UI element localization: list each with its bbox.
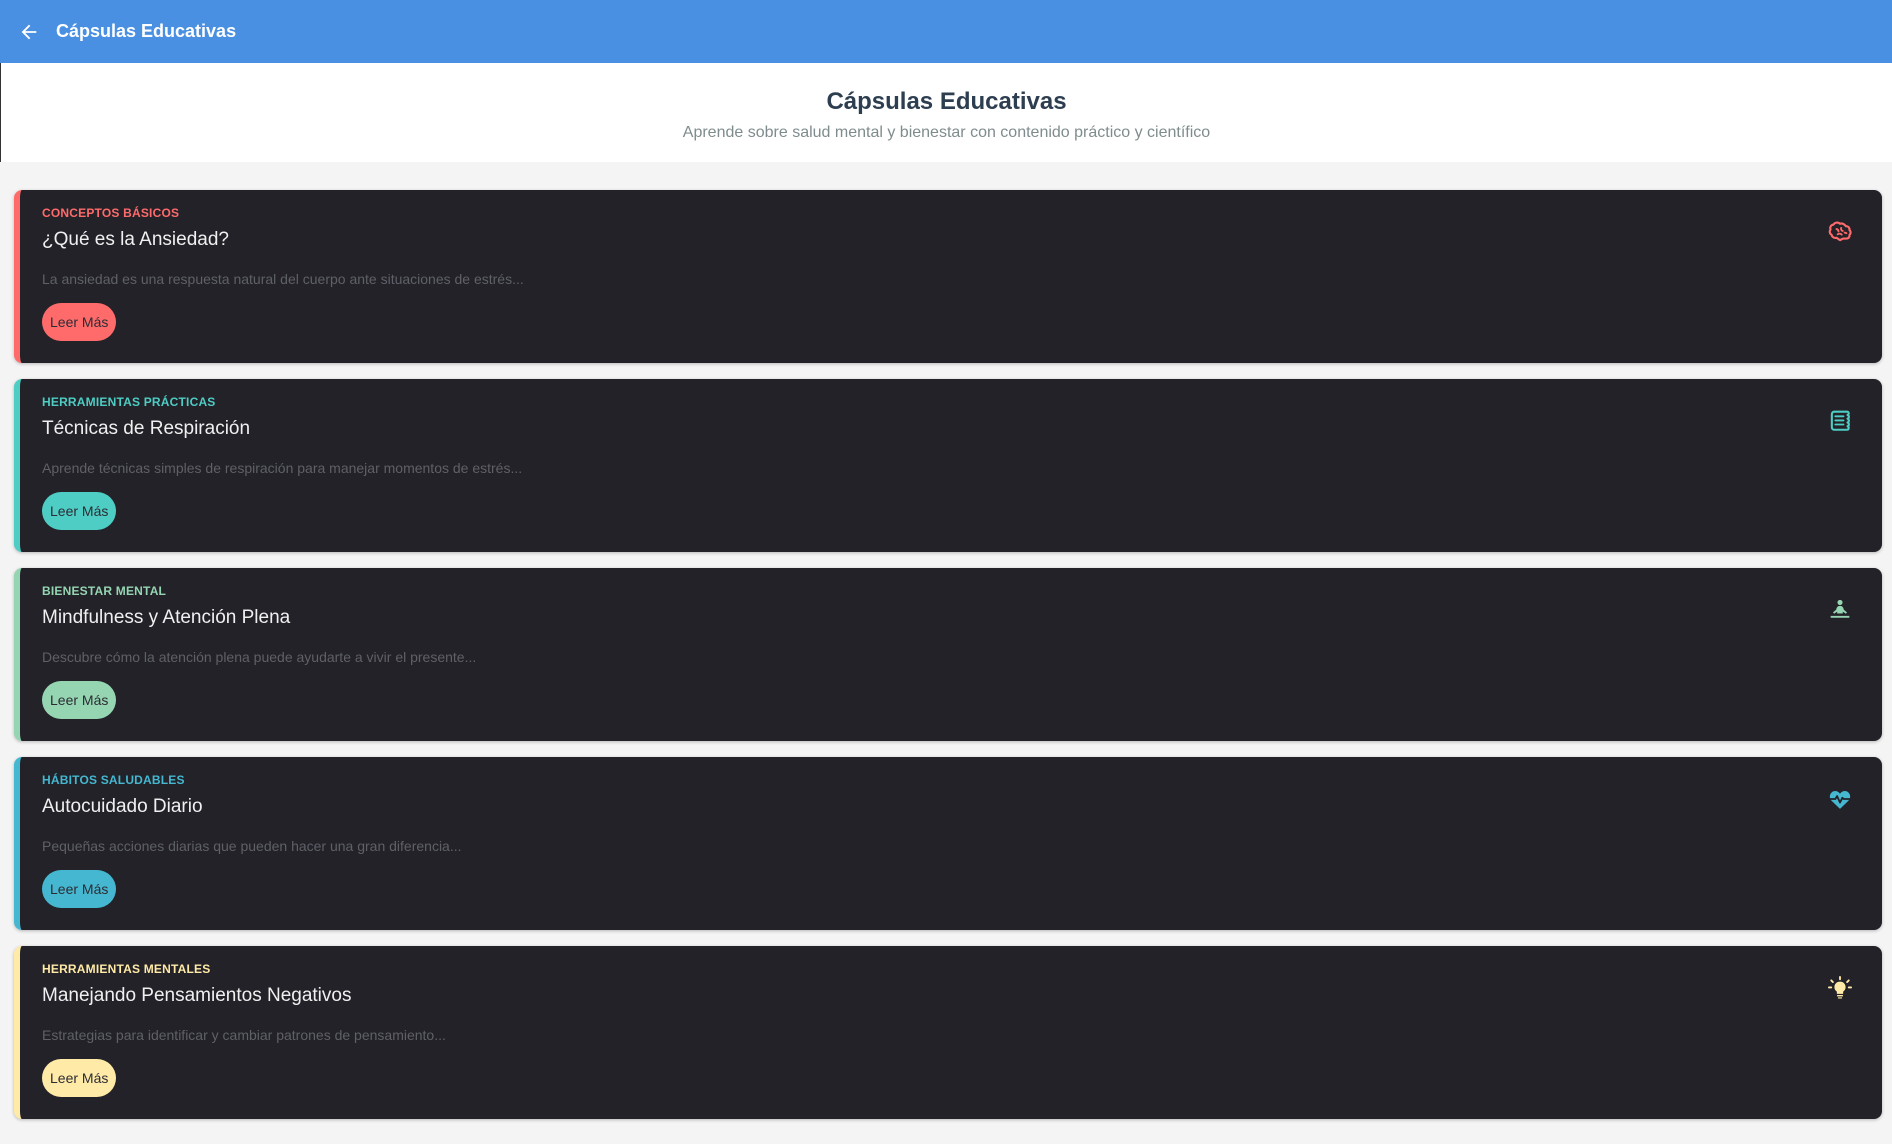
capsule-card-mindfulness: BIENESTAR MENTAL Mindfulness y Atención … <box>14 568 1882 741</box>
capsule-card-negative-thoughts: HERRAMIENTAS MENTALES Manejando Pensamie… <box>14 946 1882 1119</box>
page-subtitle: Aprende sobre salud mental y bienestar c… <box>682 123 1211 141</box>
capsule-card-anxiety: CONCEPTOS BÁSICOS ¿Qué es la Ansiedad? L… <box>14 190 1882 363</box>
read-more-button[interactable]: Leer Más <box>42 492 117 530</box>
card-description: Aprende técnicas simples de respiración … <box>42 460 523 476</box>
brain-icon <box>1828 221 1852 242</box>
read-more-button[interactable]: Leer Más <box>42 1059 117 1097</box>
card-title: Autocuidado Diario <box>42 796 203 817</box>
page-title: Cápsulas Educativas <box>826 87 1067 115</box>
card-description: La ansiedad es una respuesta natural del… <box>42 271 524 287</box>
capsule-card-breathing: HERRAMIENTAS PRÁCTICAS Técnicas de Respi… <box>14 379 1882 552</box>
read-more-button[interactable]: Leer Más <box>42 870 117 908</box>
card-title: Mindfulness y Atención Plena <box>42 607 291 628</box>
card-category: HERRAMIENTAS MENTALES <box>42 962 211 976</box>
capsule-card-selfcare: HÁBITOS SALUDABLES Autocuidado Diario Pe… <box>14 757 1882 930</box>
arrow-left-icon <box>21 24 37 39</box>
page-header: Cápsulas Educativas Aprende sobre salud … <box>0 63 1892 162</box>
read-more-button[interactable]: Leer Más <box>42 303 117 341</box>
lungs-icon <box>1830 410 1850 431</box>
card-title: ¿Qué es la Ansiedad? <box>42 229 229 250</box>
card-category: CONCEPTOS BÁSICOS <box>42 206 180 220</box>
card-description: Estrategias para identificar y cambiar p… <box>42 1027 446 1043</box>
card-description: Descubre cómo la atención plena puede ay… <box>42 649 477 665</box>
card-description: Pequeñas acciones diarias que pueden hac… <box>42 838 462 854</box>
capsule-list: CONCEPTOS BÁSICOS ¿Qué es la Ansiedad? L… <box>0 162 1892 1119</box>
heart-pulse-icon <box>1829 791 1851 809</box>
app-bar: Cápsulas Educativas <box>0 0 1892 63</box>
back-button[interactable] <box>14 17 44 47</box>
card-category: BIENESTAR MENTAL <box>42 584 167 598</box>
app-bar-title: Cápsulas Educativas <box>56 21 237 41</box>
read-more-button[interactable]: Leer Más <box>42 681 117 719</box>
meditation-icon <box>1830 599 1850 618</box>
card-category: HÁBITOS SALUDABLES <box>42 773 185 787</box>
card-title: Manejando Pensamientos Negativos <box>42 985 352 1006</box>
lightbulb-icon <box>1827 975 1853 999</box>
card-category: HERRAMIENTAS PRÁCTICAS <box>42 395 216 409</box>
card-title: Técnicas de Respiración <box>42 418 251 439</box>
